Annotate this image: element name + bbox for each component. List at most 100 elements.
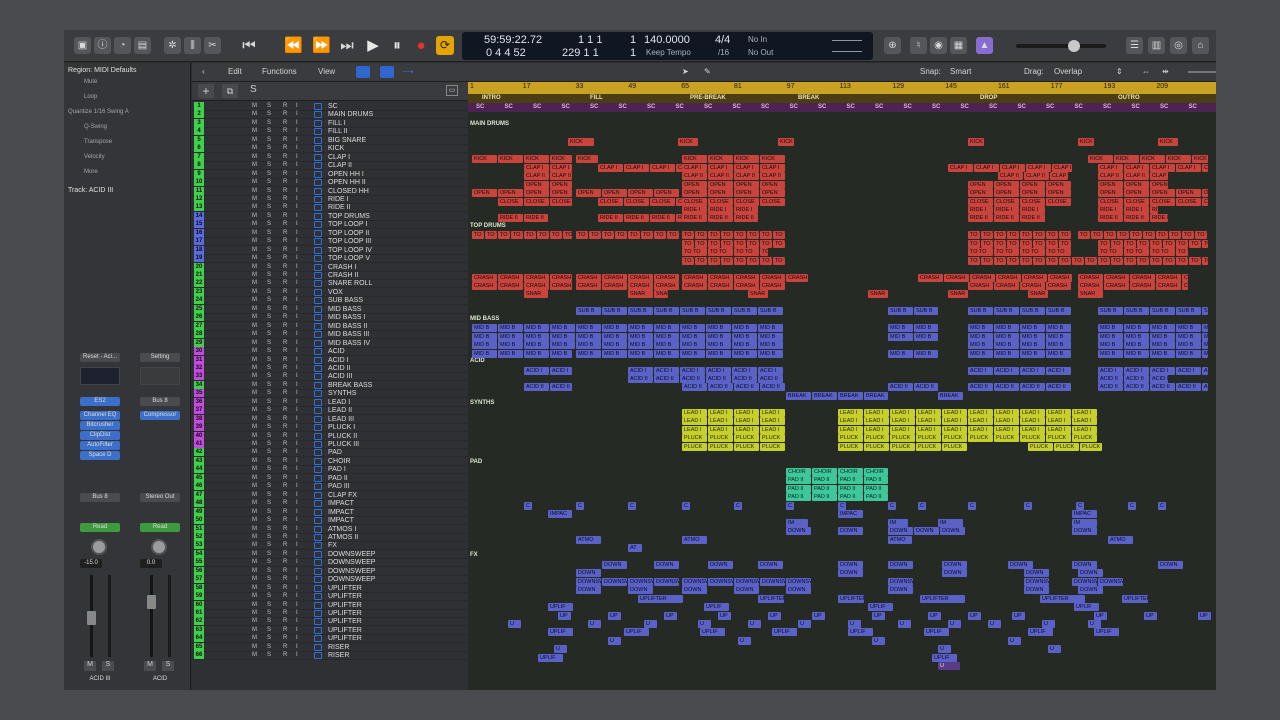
arrange-region[interactable]: UPLIF <box>548 628 573 637</box>
arrange-region[interactable]: ACID II <box>968 383 993 392</box>
arrange-region[interactable]: MID B <box>994 324 1019 333</box>
arrange-region[interactable]: ACID I <box>1124 366 1149 375</box>
arrange-region[interactable]: ACID II <box>1098 374 1123 383</box>
arrange-region[interactable]: LEAD I <box>760 425 785 434</box>
arrange-region[interactable]: TO TO <box>695 231 707 240</box>
arrange-region[interactable]: PAD II <box>838 476 863 485</box>
arrange-region[interactable]: LEAD I <box>1046 417 1071 426</box>
arrange-region[interactable]: U <box>1048 645 1061 654</box>
arrange-region[interactable]: MID B <box>1098 341 1123 350</box>
arrange-region[interactable]: PAD II <box>812 493 837 502</box>
arrange-region[interactable]: ACID II <box>682 383 707 392</box>
waveform-zoom-icon[interactable]: ⇹ <box>1162 67 1169 76</box>
arrange-region[interactable]: PLUCK <box>864 434 889 443</box>
arrange-region[interactable]: SNAR <box>948 290 968 299</box>
arrange-region[interactable]: TO TO <box>1007 239 1019 248</box>
arrange-region[interactable]: TO TO <box>760 248 768 257</box>
catch-icon[interactable]: ⟶ <box>402 67 413 76</box>
arrange-region[interactable]: LEAD I <box>942 425 967 434</box>
arrange-region[interactable]: LEAD I <box>994 408 1019 417</box>
arrange-region[interactable]: U <box>644 620 657 628</box>
global-solo-icon[interactable]: S <box>250 84 257 95</box>
arrange-region[interactable]: MID B <box>576 332 601 341</box>
arrange-region[interactable]: TO TO <box>994 239 1006 248</box>
arrange-region[interactable]: CRASH <box>1182 273 1188 282</box>
arrange-region[interactable]: TO TO <box>1007 256 1019 265</box>
arrange-region[interactable]: TO TO <box>1169 231 1181 240</box>
arrange-region[interactable]: ACID II <box>1150 374 1168 383</box>
eq-thumbnail[interactable] <box>80 367 120 385</box>
arrange-region[interactable]: LEAD I <box>1046 408 1071 417</box>
volume-fader-knob[interactable] <box>87 611 96 625</box>
arrange-region[interactable]: TO TO <box>1111 256 1123 265</box>
arrange-region[interactable]: PLUCK <box>708 442 733 451</box>
track-name[interactable]: RISER <box>328 651 349 660</box>
arrange-region[interactable]: MID B <box>1020 324 1045 333</box>
master-volume-knob[interactable] <box>1068 40 1080 52</box>
arrange-region[interactable]: TO TO <box>994 248 1019 257</box>
arrange-region[interactable]: TO TO <box>1143 231 1155 240</box>
arrange-region[interactable]: OPEN <box>602 189 627 198</box>
arrange-region[interactable]: TO TO <box>1124 256 1136 265</box>
arrange-region[interactable]: PLUCK <box>916 434 941 443</box>
arrange-region[interactable]: MID B <box>1176 349 1201 358</box>
arrange-region[interactable]: CRASH <box>1104 282 1129 290</box>
arrange-region[interactable]: LEAD I <box>1020 408 1045 417</box>
arrange-region[interactable]: CLAP II <box>524 172 549 181</box>
arrange-region[interactable]: KICK <box>1088 155 1113 164</box>
arrange-region[interactable]: TO TO <box>654 231 666 240</box>
arrange-region[interactable]: BREAK <box>812 391 837 400</box>
arrange-region[interactable]: SUB B <box>1176 307 1201 316</box>
arrange-region[interactable]: CLAP I <box>598 163 623 172</box>
arrange-region[interactable]: CRASH <box>472 273 497 282</box>
arrange-region[interactable]: U <box>1042 620 1055 628</box>
arrange-region[interactable]: CLAP II <box>760 172 785 181</box>
arrange-region[interactable]: CLOSE <box>1176 197 1201 206</box>
arrange-region[interactable]: U <box>948 620 961 628</box>
arrange-region[interactable]: KICK <box>550 155 572 164</box>
arrange-region[interactable]: DOWNSW <box>734 577 759 586</box>
list-editors-toggle-icon[interactable]: ☰ <box>1126 37 1143 54</box>
arrange-region[interactable]: TO TO <box>734 231 746 240</box>
arrange-region[interactable]: ACID II <box>758 374 783 383</box>
arrange-region[interactable]: BREAK <box>938 391 963 400</box>
arrange-region[interactable]: MID B <box>1020 349 1045 358</box>
replace-icon[interactable]: ⊕ <box>884 37 901 54</box>
arrange-region[interactable]: OPEN <box>1124 180 1149 189</box>
arrange-region[interactable]: DOWN <box>628 586 653 595</box>
arrange-region[interactable]: KICK <box>778 138 794 147</box>
arrange-region[interactable]: CRASH <box>1156 273 1181 282</box>
arrange-region[interactable]: ACID II <box>1124 383 1149 392</box>
arrange-region[interactable]: PLUCK <box>760 434 785 443</box>
arrange-region[interactable]: MID B <box>968 341 993 350</box>
snap-select[interactable]: Smart <box>950 67 971 76</box>
pointer-tool-icon[interactable]: ➤ <box>682 67 689 76</box>
division[interactable]: /16 <box>718 48 729 57</box>
arrange-region[interactable]: SUB B <box>706 307 731 316</box>
arrange-region[interactable]: MID B <box>888 349 913 358</box>
arrange-region[interactable]: TO TO <box>641 231 653 240</box>
arrange-region[interactable]: MID B <box>706 324 731 333</box>
arrange-region[interactable]: TO TO <box>682 231 694 240</box>
rewind-icon[interactable]: ⏪ <box>284 37 303 54</box>
arrange-region[interactable]: KICK <box>498 155 523 164</box>
arrange-region[interactable]: CLAP I <box>1098 163 1123 172</box>
arrange-region[interactable]: CLAP I <box>550 163 572 172</box>
arrange-region[interactable]: PLUCK <box>708 434 733 443</box>
arrange-region[interactable]: U <box>898 620 911 628</box>
arrange-region[interactable]: SUB B <box>602 307 627 316</box>
arrange-region[interactable]: KICK <box>968 138 984 147</box>
arrange-region[interactable]: ACID I <box>706 366 731 375</box>
arrange-region[interactable]: MID B <box>524 332 549 341</box>
arrange-region[interactable]: TO TO <box>682 239 694 248</box>
arrange-region[interactable]: TO TO <box>1020 256 1032 265</box>
arrange-region[interactable]: MID B <box>1150 341 1175 350</box>
arrange-region[interactable]: DOWNSW <box>760 577 785 586</box>
arrange-region[interactable]: CRASH <box>682 273 707 282</box>
arrange-region[interactable]: UPLIF <box>932 653 957 662</box>
arrange-region[interactable]: ACID II <box>628 374 653 383</box>
arrange-region[interactable]: ACID I <box>654 366 679 375</box>
arrange-region[interactable]: DOWN <box>602 560 627 569</box>
arrange-region[interactable]: U <box>1088 620 1101 628</box>
arrange-region[interactable]: TO TO <box>773 239 785 248</box>
